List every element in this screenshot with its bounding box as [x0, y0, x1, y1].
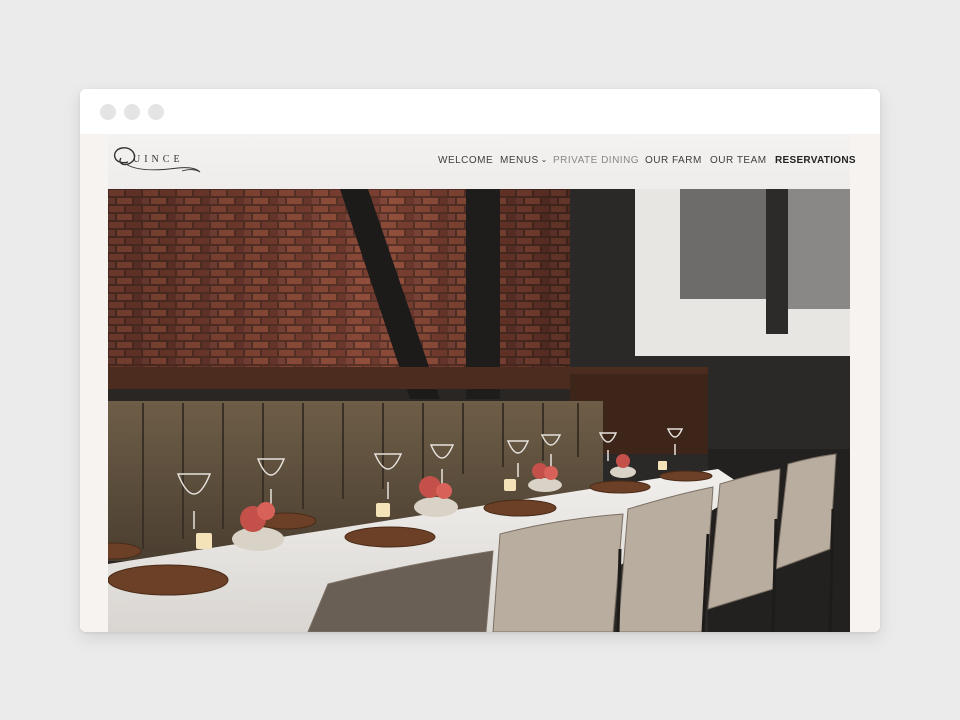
nav-menus-label: MENUS	[500, 155, 539, 166]
nav-reservations[interactable]: RESERVATIONS	[775, 155, 856, 169]
window-maximize-dot[interactable]	[148, 104, 164, 120]
browser-chrome	[80, 89, 880, 134]
site-header: UINCE WELCOME MENUS ⌄ PRIVATE DINING OUR …	[108, 134, 856, 189]
nav-our-team[interactable]: OUR TEAM	[710, 155, 767, 169]
window-close-dot[interactable]	[100, 104, 116, 120]
browser-window: UINCE WELCOME MENUS ⌄ PRIVATE DINING OUR …	[80, 89, 880, 632]
hero-image	[108, 189, 850, 632]
nav-welcome[interactable]: WELCOME	[438, 155, 493, 169]
chevron-down-icon: ⌄	[540, 155, 548, 164]
nav-our-farm[interactable]: OUR FARM	[645, 155, 702, 169]
window-minimize-dot[interactable]	[124, 104, 140, 120]
logo-text: UINCE	[133, 154, 184, 165]
nav-private-dining[interactable]: PRIVATE DINING	[553, 155, 639, 169]
dining-room-photo	[108, 189, 850, 632]
quince-logo[interactable]: UINCE	[108, 142, 208, 182]
website: UINCE WELCOME MENUS ⌄ PRIVATE DINING OUR …	[80, 134, 880, 632]
nav-menus[interactable]: MENUS ⌄	[500, 155, 548, 169]
